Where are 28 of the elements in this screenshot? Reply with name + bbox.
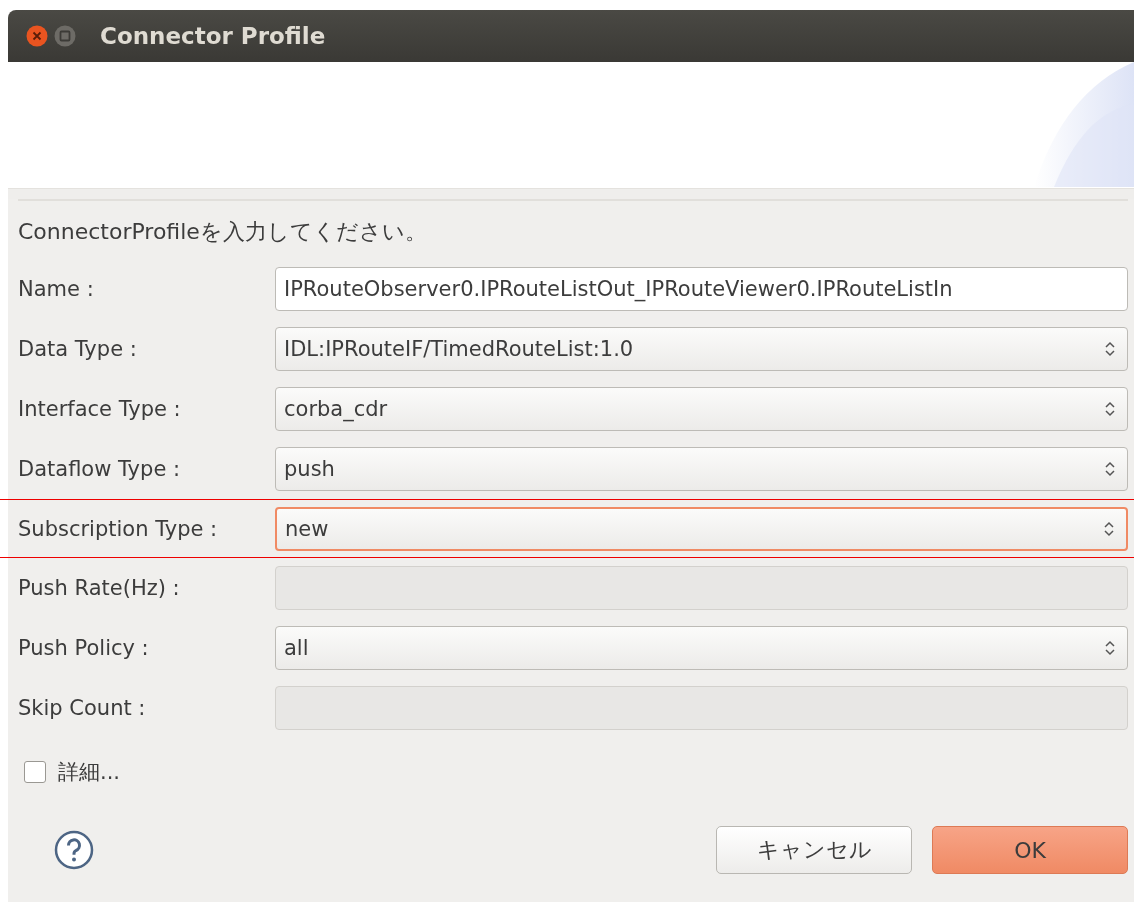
cancel-button[interactable]: キャンセル: [716, 826, 912, 874]
instruction-text: ConnectorProfileを入力してください。: [18, 199, 1128, 259]
dropdown-field[interactable]: corba_cdr: [275, 387, 1128, 431]
checkbox-label: 詳細...: [58, 759, 121, 786]
field-label: Subscription Type :: [18, 516, 219, 541]
spinner-icon: [1105, 639, 1115, 657]
ok-button[interactable]: OK: [932, 826, 1128, 874]
field-label: Skip Count :: [18, 696, 147, 720]
text-field[interactable]: IPRouteObserver0.IPRouteListOut_IPRouteViewer0.IPRouteListIn: [275, 267, 1128, 311]
maximize-icon[interactable]: [54, 25, 76, 47]
dropdown-field[interactable]: IDL:IPRouteIF/TimedRouteList:1.0: [275, 327, 1128, 371]
spinner-icon: [1105, 340, 1115, 358]
field-label: Data Type :: [18, 337, 138, 361]
dropdown-field[interactable]: all: [275, 626, 1128, 670]
dropdown-field[interactable]: push: [275, 447, 1128, 491]
field-label: Push Policy :: [18, 636, 150, 660]
dropdown-field[interactable]: new: [275, 506, 1128, 551]
close-icon[interactable]: [26, 25, 48, 47]
field-label: Dataflow Type :: [18, 457, 182, 481]
spinner-icon: [1105, 400, 1115, 418]
spinner-icon: [1104, 519, 1114, 538]
spinner-icon: [1105, 460, 1115, 478]
field-label: Interface Type :: [18, 397, 182, 421]
field-label: Push Rate(Hz) :: [18, 576, 181, 600]
window-title: Connector Profile: [100, 23, 326, 49]
field-label: Name :: [18, 277, 95, 301]
help-icon[interactable]: [54, 830, 94, 870]
checkbox[interactable]: [24, 761, 46, 783]
